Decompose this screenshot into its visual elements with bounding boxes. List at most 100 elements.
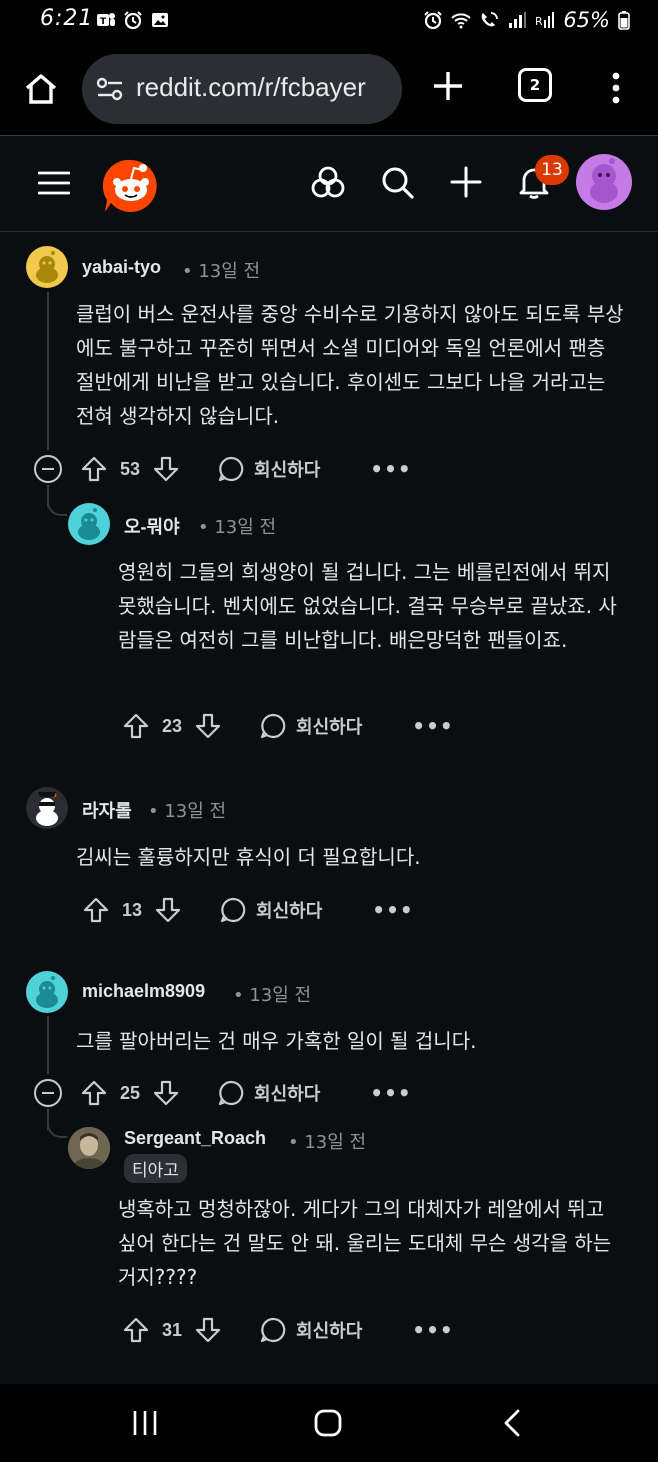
reply-button[interactable]: 회신하다	[260, 1317, 362, 1343]
reddit-header: 13	[0, 136, 658, 231]
comment-body: 영원히 그들의 희생양이 될 겁니다. 그는 베를린전에서 뛰지 못했습니다. …	[118, 560, 617, 652]
comment-username[interactable]: 라자롤	[82, 797, 132, 823]
alarm-icon	[124, 11, 142, 30]
comment-username[interactable]: Sergeant_Roach	[124, 1128, 266, 1149]
more-options-button[interactable]: •••	[370, 459, 411, 479]
url-text[interactable]: reddit.com/r/fcbayer	[136, 72, 366, 103]
upvote-icon[interactable]	[80, 455, 108, 483]
user-avatar[interactable]	[576, 154, 632, 210]
thread-line[interactable]	[47, 1016, 49, 1074]
user-flair: 티아고	[124, 1154, 187, 1183]
more-menu-icon[interactable]	[604, 70, 628, 106]
vote-count: 23	[162, 715, 183, 736]
site-settings-icon[interactable]	[96, 76, 124, 102]
avatar[interactable]	[26, 246, 68, 288]
reply-label: 회신하다	[254, 460, 321, 481]
thread-line[interactable]	[47, 292, 49, 450]
vote-count: 25	[120, 1082, 141, 1103]
vote-count: 31	[162, 1319, 183, 1340]
downvote-icon[interactable]	[152, 1079, 180, 1107]
comment-body: 김씨는 훌륭하지만 휴식이 더 필요합니다.	[76, 845, 421, 869]
recent-apps-icon[interactable]	[130, 1408, 160, 1438]
battery-level: 65%	[563, 8, 610, 32]
comment-actions: 31 회신하다 •••	[122, 1310, 454, 1350]
more-options-button[interactable]: •••	[372, 900, 413, 920]
comment-time: • 13일 전	[148, 801, 227, 822]
new-tab-icon[interactable]	[430, 68, 466, 104]
divider	[0, 231, 658, 232]
address-bar[interactable]: reddit.com/r/fcbayer	[82, 54, 402, 124]
status-time: 6:21	[40, 6, 94, 31]
more-options-button[interactable]: •••	[412, 1320, 453, 1340]
svg-text:T: T	[100, 17, 107, 27]
snoo-avatar-icon	[36, 792, 58, 826]
snoo-avatar-icon	[78, 508, 100, 540]
comment-icon	[218, 1080, 244, 1106]
comment-actions: 53 회신하다 •••	[34, 449, 412, 489]
comment-username[interactable]: yabai-tyo	[82, 257, 161, 278]
comment-time: • 13일 전	[182, 261, 261, 282]
upvote-icon[interactable]	[80, 1079, 108, 1107]
upvote-icon[interactable]	[122, 1316, 150, 1344]
avatar[interactable]	[26, 971, 68, 1013]
system-navigation-bar	[0, 1384, 658, 1462]
comment-time: • 13일 전	[198, 517, 277, 538]
battery-icon	[618, 11, 630, 30]
comment-icon	[260, 1317, 286, 1343]
comment-icon	[218, 456, 244, 482]
reply-button[interactable]: 회신하다	[218, 1080, 320, 1106]
reply-label: 회신하다	[254, 1084, 321, 1105]
notification-badge: 13	[535, 155, 569, 185]
reply-label: 회신하다	[256, 901, 323, 922]
collapse-thread-button[interactable]	[34, 1079, 62, 1107]
signal-icon: R	[535, 12, 555, 28]
alarm-icon	[424, 11, 443, 30]
reply-button[interactable]: 회신하다	[218, 456, 320, 482]
comment-actions: 13 회신하다 •••	[82, 890, 414, 930]
reply-label: 회신하다	[296, 717, 363, 738]
search-icon[interactable]	[379, 164, 415, 200]
profile-photo-icon	[68, 1127, 110, 1169]
avatar[interactable]	[68, 1127, 110, 1169]
reply-button[interactable]: 회신하다	[260, 713, 362, 739]
downvote-icon[interactable]	[152, 455, 180, 483]
avatar[interactable]	[26, 787, 68, 829]
tab-switcher-button[interactable]: 2	[518, 68, 552, 102]
reply-label: 회신하다	[296, 1321, 363, 1342]
comment-icon	[260, 713, 286, 739]
snoo-avatar-icon	[36, 976, 58, 1008]
snoo-avatar-icon	[36, 251, 58, 283]
more-options-button[interactable]: •••	[370, 1083, 411, 1103]
downvote-icon[interactable]	[194, 712, 222, 740]
comment-body: 클럽이 버스 운전사를 중앙 수비수로 기용하지 않아도 되도록 부상에도 불구…	[76, 302, 624, 428]
upvote-icon[interactable]	[82, 896, 110, 924]
collapse-thread-button[interactable]	[34, 455, 62, 483]
comment-username[interactable]: michaelm8909	[82, 981, 205, 1002]
upvote-icon[interactable]	[122, 712, 150, 740]
comment-actions: 23 회신하다 •••	[122, 706, 454, 746]
comment-actions: 25 회신하다 •••	[34, 1073, 412, 1113]
signal-icon	[509, 12, 527, 28]
downvote-icon[interactable]	[154, 896, 182, 924]
back-icon[interactable]	[498, 1408, 528, 1438]
reply-button[interactable]: 회신하다	[220, 897, 322, 923]
reddit-logo[interactable]	[103, 158, 159, 214]
image-icon	[152, 13, 168, 27]
comment-body: 냉혹하고 멍청하잖아. 게다가 그의 대체자가 레알에서 뛰고 싶어 한다는 건…	[118, 1197, 612, 1289]
system-indicators: R 65%	[423, 8, 630, 32]
wifi-calling-icon	[481, 12, 499, 27]
svg-text:R: R	[535, 15, 543, 28]
home-icon[interactable]	[22, 70, 60, 108]
home-button-icon[interactable]	[313, 1408, 343, 1438]
avatar[interactable]	[68, 503, 110, 545]
more-options-button[interactable]: •••	[412, 716, 453, 736]
downvote-icon[interactable]	[194, 1316, 222, 1344]
comment-username[interactable]: 오-뭐야	[124, 513, 180, 539]
vote-count: 53	[120, 458, 141, 479]
popular-icon[interactable]	[310, 164, 346, 200]
create-icon[interactable]	[448, 164, 484, 200]
hamburger-menu-icon[interactable]	[38, 170, 70, 196]
teams-icon: T	[97, 13, 115, 27]
comment-body: 그를 팔아버리는 건 매우 가혹한 일이 될 겁니다.	[76, 1029, 477, 1053]
notification-icons: T	[96, 10, 170, 30]
